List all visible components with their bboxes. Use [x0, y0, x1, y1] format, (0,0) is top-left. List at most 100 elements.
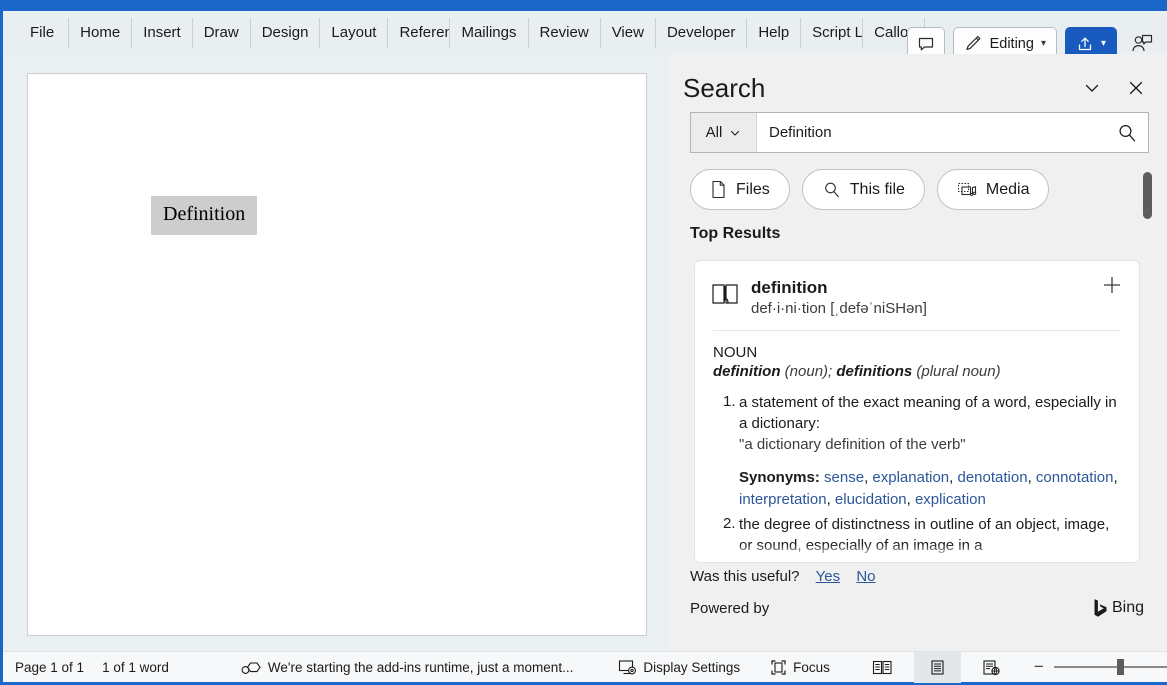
word-block: definition def·i·ni·tion [ˌdefəˈniSHən] — [751, 277, 927, 317]
status-bar: Page 1 of 1 1 of 1 word We're starting t… — [3, 651, 1167, 683]
zoom-slider[interactable] — [1053, 659, 1167, 675]
definition-example: "a dictionary definition of the verb" — [739, 435, 966, 453]
definition-body: a statement of the exact meaning of a wo… — [739, 393, 1121, 511]
bing-icon — [1094, 599, 1107, 617]
chevron-down-icon — [731, 130, 740, 136]
add-to-document-button[interactable] — [1099, 272, 1125, 298]
card-fade-overlay — [695, 544, 1139, 562]
zoom-slider-thumb[interactable] — [1116, 659, 1124, 675]
feedback-no-link[interactable]: No — [856, 568, 875, 585]
search-box[interactable]: All — [690, 112, 1149, 153]
synonym-link[interactable]: elucidation — [835, 491, 907, 508]
open-book-icon — [711, 281, 747, 317]
feedback-yes-link[interactable]: Yes — [816, 568, 840, 585]
chip-this-file[interactable]: This file — [801, 169, 925, 210]
tab-help[interactable]: Help — [747, 17, 802, 48]
display-settings-icon — [619, 659, 637, 674]
powered-by-label: Powered by — [690, 600, 770, 617]
selected-text[interactable]: Definition — [151, 196, 258, 235]
document-page[interactable]: Definition — [27, 73, 647, 636]
search-submit-button[interactable] — [1106, 113, 1148, 152]
tab-mailings[interactable]: Mailings — [450, 17, 529, 48]
focus-icon — [771, 659, 786, 675]
chevron-down-icon — [1085, 84, 1099, 92]
card-header: definition def·i·ni·tion [ˌdefəˈniSHən] — [695, 261, 1139, 317]
file-icon — [712, 180, 725, 199]
view-print-layout-button[interactable] — [913, 651, 961, 683]
synonym-link[interactable]: sense — [824, 469, 864, 486]
page-title: Search — [683, 72, 766, 103]
word-forms: definition (noun); definitions (plural n… — [695, 361, 1139, 380]
form-singular-note: (noun); — [780, 363, 837, 381]
dictionary-pronunciation: def·i·ni·tion [ˌdefəˈniSHən] — [751, 300, 927, 318]
status-focus[interactable]: Focus — [761, 652, 839, 683]
form-plural-note: (plural noun) — [912, 363, 1001, 381]
tab-developer[interactable]: Developer — [656, 17, 748, 48]
form-singular: definition — [713, 363, 781, 381]
form-plural: definitions — [836, 363, 913, 381]
magnifier-icon — [824, 182, 839, 198]
bing-logo: Bing — [1093, 598, 1144, 618]
focus-label: Focus — [793, 659, 830, 675]
chip-label: This file — [849, 180, 905, 198]
tab-layout[interactable]: Layout — [320, 17, 389, 48]
tab-view[interactable]: View — [601, 17, 656, 48]
synonym-link[interactable]: denotation — [957, 469, 1027, 486]
search-scope-dropdown[interactable]: All — [691, 113, 757, 152]
chevron-down-icon: ▾ — [1100, 38, 1106, 49]
display-settings-label: Display Settings — [643, 659, 741, 675]
share-people-icon — [1132, 34, 1153, 51]
search-pane-header: Search — [683, 68, 1157, 108]
pane-scrollbar-thumb[interactable] — [1143, 172, 1152, 219]
chevron-down-icon: ▾ — [1040, 38, 1046, 49]
tab-file[interactable]: File — [20, 18, 68, 48]
synonym-link[interactable]: interpretation — [739, 491, 827, 508]
tab-design[interactable]: Design — [251, 17, 321, 48]
tab-review[interactable]: Review — [529, 17, 601, 48]
zoom-out-button[interactable]: − — [1034, 657, 1044, 677]
ribbon-tab-bar: File Home Insert Draw Design Layout Refe… — [3, 11, 1167, 61]
tab-insert[interactable]: Insert — [132, 17, 193, 48]
word-window: File Home Insert Draw Design Layout Refe… — [0, 0, 1167, 685]
status-page[interactable]: Page 1 of 1 — [3, 652, 93, 683]
status-display-settings[interactable]: Display Settings — [609, 652, 749, 683]
zoom-control: − + — [1026, 657, 1167, 677]
document-canvas: Definition — [3, 54, 668, 651]
synonyms-label: Synonyms: — [739, 469, 820, 487]
definition-text: a statement of the exact meaning of a wo… — [739, 394, 1117, 432]
pencil-icon — [965, 35, 981, 50]
section-title-top-results: Top Results — [690, 225, 781, 242]
chip-label: Media — [985, 180, 1030, 198]
synonym-link[interactable]: explication — [915, 491, 986, 508]
ribbon-tabs: File Home Insert Draw Design Layout Refe… — [20, 11, 926, 54]
comment-icon — [918, 37, 933, 50]
tab-draw[interactable]: Draw — [193, 17, 251, 48]
search-input[interactable] — [757, 113, 1106, 152]
synonyms-row: Synonyms: sense, explanation, denotation… — [739, 467, 1121, 511]
collapse-pane-button[interactable] — [1079, 75, 1105, 101]
view-web-layout-button[interactable] — [973, 652, 1010, 683]
media-icon — [957, 182, 977, 196]
feedback-row: Was this useful? Yes No — [690, 568, 876, 585]
dictionary-result-card[interactable]: definition def·i·ni·tion [ˌdefəˈniSHən] … — [694, 260, 1140, 563]
addin-icon — [241, 661, 261, 674]
pane-header-buttons — [1079, 75, 1157, 101]
tab-home[interactable]: Home — [68, 17, 133, 48]
definition-list: 1. a statement of the exact meaning of a… — [695, 380, 1139, 556]
search-scope-label: All — [705, 124, 723, 141]
close-icon — [1129, 81, 1143, 95]
search-pane: Search All Definition Files This file Me… — [668, 54, 1167, 651]
chip-files[interactable]: Files — [690, 169, 790, 210]
synonym-link[interactable]: connotation — [1036, 469, 1114, 486]
close-pane-button[interactable] — [1123, 75, 1149, 101]
plus-icon — [1104, 277, 1120, 293]
tab-references[interactable]: References — [388, 17, 451, 48]
addin-message-text: We're starting the add-ins runtime, just… — [267, 659, 574, 675]
bing-label: Bing — [1111, 599, 1144, 616]
chip-media[interactable]: Media — [936, 169, 1050, 210]
tab-script-lab[interactable]: Script Lab — [801, 17, 864, 48]
view-read-mode-button[interactable] — [863, 652, 902, 683]
synonym-link[interactable]: explanation — [872, 469, 949, 486]
feedback-question: Was this useful? — [690, 568, 800, 585]
status-word-count[interactable]: 1 of 1 word — [93, 652, 178, 683]
